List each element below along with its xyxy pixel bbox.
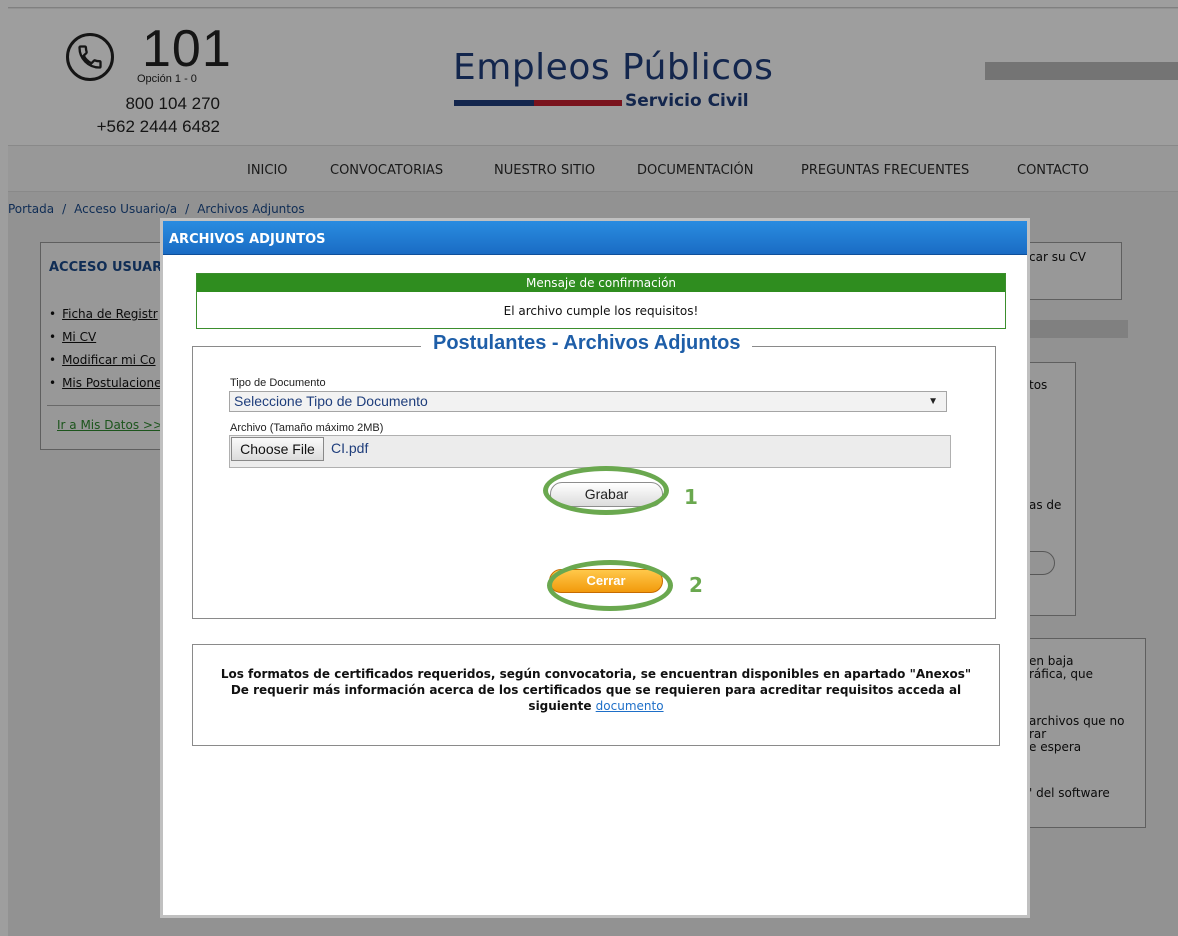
certificates-info: Los formatos de certificados requeridos,… bbox=[192, 644, 1000, 746]
modal-titlebar: ARCHIVOS ADJUNTOS bbox=[163, 221, 1027, 255]
doc-type-value: Seleccione Tipo de Documento bbox=[234, 393, 428, 409]
section-title: Postulantes - Archivos Adjuntos bbox=[421, 332, 753, 355]
doc-type-label: Tipo de Documento bbox=[230, 377, 326, 389]
file-input[interactable]: Choose File CI.pdf bbox=[229, 435, 951, 468]
choose-file-button[interactable]: Choose File bbox=[231, 437, 324, 461]
documento-link[interactable]: documento bbox=[596, 699, 664, 713]
info-line-3: siguiente documento bbox=[193, 698, 999, 714]
confirmation-text: El archivo cumple los requisitos! bbox=[503, 304, 699, 318]
step-number-2: 2 bbox=[689, 573, 703, 597]
attachments-modal: ARCHIVOS ADJUNTOS Mensaje de confirmació… bbox=[160, 218, 1030, 918]
doc-type-select[interactable]: Seleccione Tipo de Documento ▼ bbox=[229, 391, 947, 412]
file-label: Archivo (Tamaño máximo 2MB) bbox=[230, 422, 384, 434]
chevron-down-icon: ▼ bbox=[928, 396, 938, 407]
highlight-ring-2 bbox=[547, 560, 673, 611]
highlight-ring-1 bbox=[543, 466, 669, 515]
info-line-1: Los formatos de certificados requeridos,… bbox=[220, 667, 972, 681]
upload-form: Postulantes - Archivos Adjuntos Tipo de … bbox=[192, 332, 996, 619]
info-line-3-prefix: siguiente bbox=[528, 699, 592, 713]
modal-title: ARCHIVOS ADJUNTOS bbox=[169, 232, 326, 247]
confirmation-header: Mensaje de confirmación bbox=[197, 274, 1005, 292]
step-number-1: 1 bbox=[684, 485, 698, 509]
info-line-2: De requerir más información acerca de lo… bbox=[230, 683, 962, 697]
certificates-info-text: Los formatos de certificados requeridos,… bbox=[193, 666, 999, 714]
selected-file-name: CI.pdf bbox=[331, 440, 369, 456]
confirmation-message: Mensaje de confirmación El archivo cumpl… bbox=[196, 273, 1006, 329]
